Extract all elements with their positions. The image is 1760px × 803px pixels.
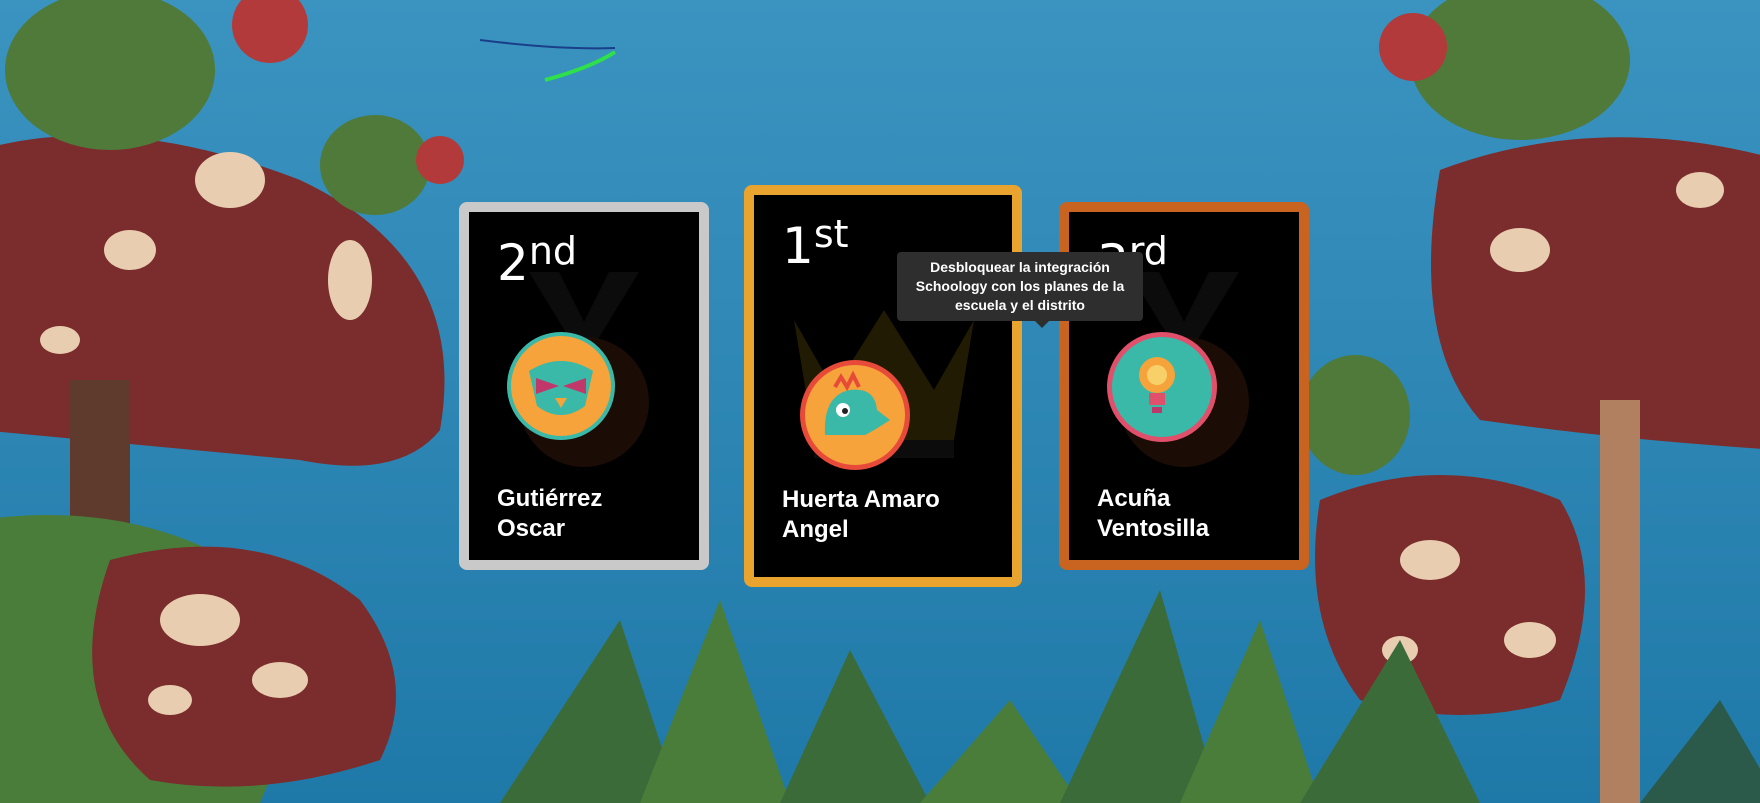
rank-label: 2nd <box>497 229 578 292</box>
dinosaur-avatar-icon <box>800 360 910 470</box>
schoology-upgrade-tooltip: Desbloquear la integración Schoology con… <box>897 252 1143 328</box>
student-name: Huerta Amaro Angel <box>782 486 940 543</box>
tooltip-arrow <box>1035 321 1049 328</box>
rank-label: 1st <box>782 212 849 275</box>
student-name: Gutiérrez Oscar <box>497 485 603 542</box>
student-name: Acuña Ventosilla <box>1097 485 1210 542</box>
lightbulb-avatar-icon <box>1107 332 1217 442</box>
podium-card-first[interactable]: 1st Huerta Amaro Angel <box>744 185 1022 587</box>
owl-mask-avatar-icon <box>507 332 615 440</box>
podium-card-second[interactable]: 2nd Gutiérrez Oscar <box>459 202 709 570</box>
